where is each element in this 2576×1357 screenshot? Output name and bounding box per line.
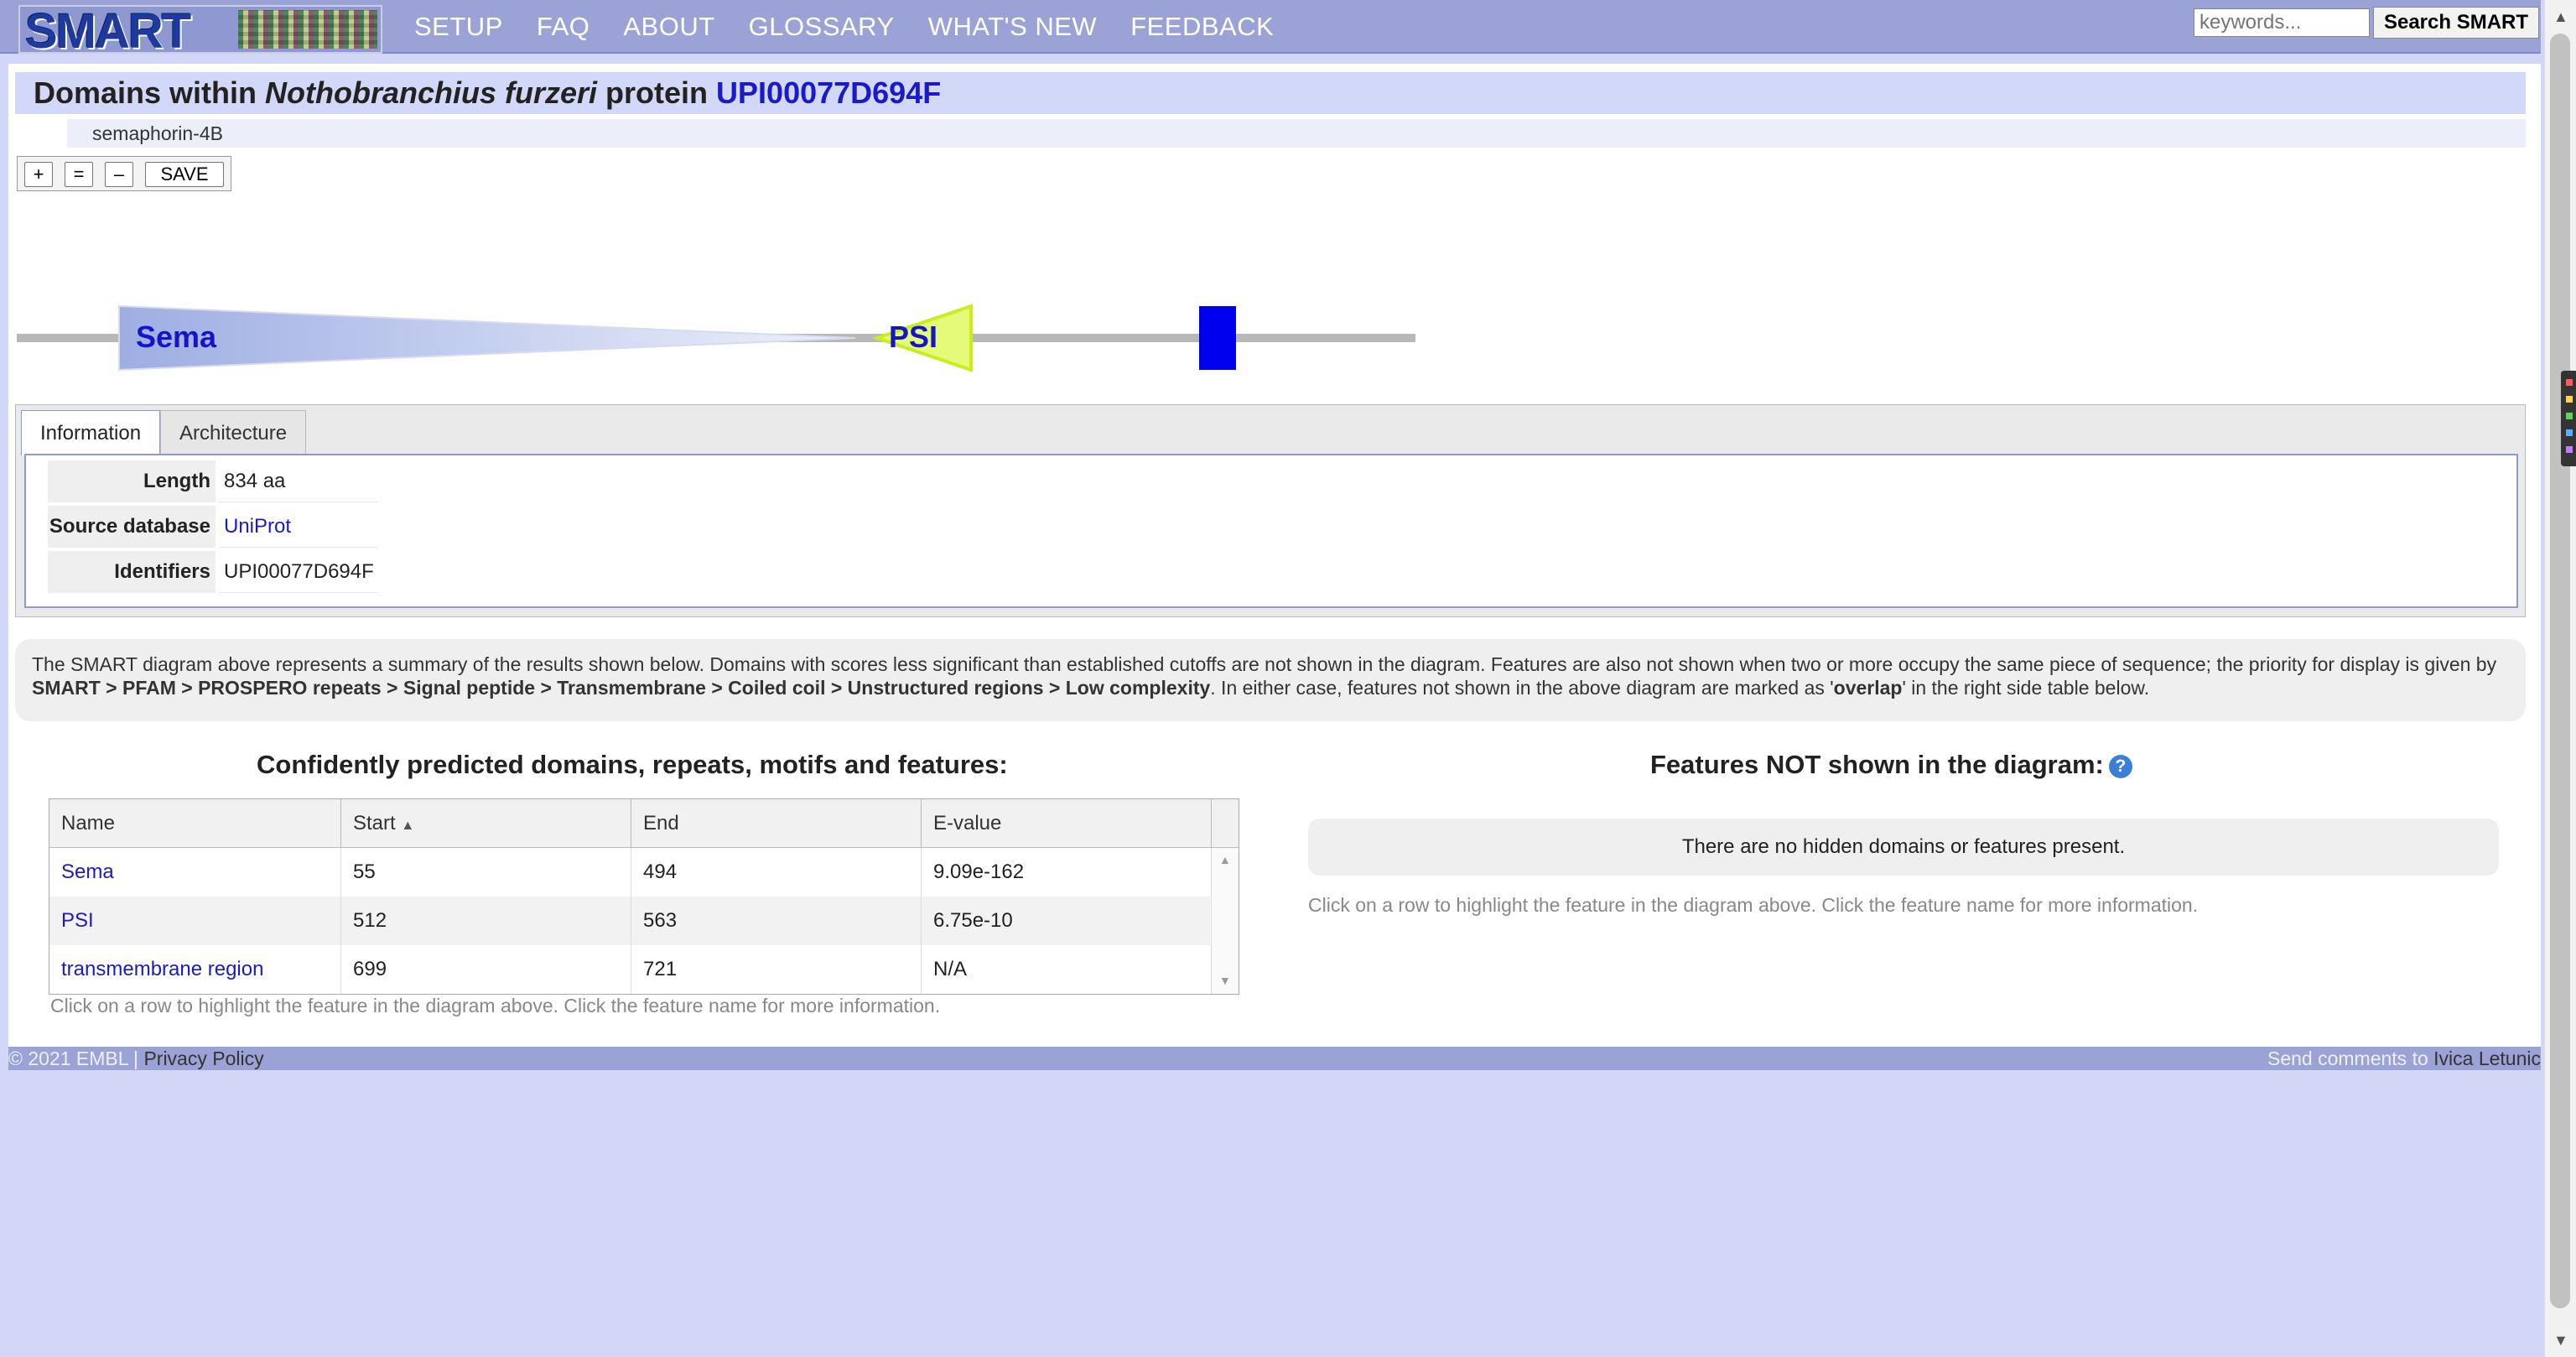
widget-dot xyxy=(2566,379,2573,386)
scroll-up-arrow-icon[interactable]: ▲ xyxy=(1219,853,1231,866)
nav-feedback[interactable]: FEEDBACK xyxy=(1130,12,1274,42)
scroll-down-arrow-icon[interactable]: ▼ xyxy=(1219,974,1231,987)
main-content: Domains within Nothobranchius furzeri pr… xyxy=(8,64,2541,1047)
column-header-name[interactable]: Name xyxy=(49,799,341,848)
footer: © 2021 EMBL | Privacy Policy Send commen… xyxy=(8,1047,2541,1070)
nav-setup[interactable]: SETUP xyxy=(414,12,503,42)
nav-glossary[interactable]: GLOSSARY xyxy=(749,12,895,42)
feature-start: 512 xyxy=(341,897,631,945)
contact-link[interactable]: Ivica Letunic xyxy=(2433,1048,2541,1069)
privacy-policy-link[interactable]: Privacy Policy xyxy=(143,1048,263,1069)
no-hidden-message: There are no hidden domains or features … xyxy=(1308,819,2499,876)
info-label: Source database xyxy=(48,506,216,548)
explanation-text: . In either case, features not shown in … xyxy=(1210,677,1834,699)
copyright: © 2021 EMBL | xyxy=(8,1048,144,1069)
help-icon[interactable]: ? xyxy=(2108,754,2132,778)
feature-start: 55 xyxy=(341,848,631,897)
title-mid: protein xyxy=(597,75,717,110)
scroll-down-arrow-icon[interactable]: ▼ xyxy=(2553,1332,2568,1349)
feature-end: 563 xyxy=(631,897,922,945)
feature-evalue: N/A xyxy=(922,945,1212,994)
main-nav: SETUP FAQ ABOUT GLOSSARY WHAT'S NEW FEED… xyxy=(414,12,1307,42)
side-widget-handle[interactable] xyxy=(2561,371,2576,466)
tab-architecture[interactable]: Architecture xyxy=(160,410,307,455)
info-value: UPI00077D694F xyxy=(219,551,378,593)
overlap-term: overlap xyxy=(1833,677,1903,699)
predicted-hint: Click on a row to highlight the feature … xyxy=(50,995,941,1016)
explanation-text: The SMART diagram above represents a sum… xyxy=(32,653,2497,675)
page-title: Domains within Nothobranchius furzeri pr… xyxy=(15,72,2526,114)
comments-text: Send comments to xyxy=(2267,1048,2434,1069)
domain-label: Sema xyxy=(136,320,217,354)
nav-faq[interactable]: FAQ xyxy=(537,12,590,42)
logo-mosaic-image xyxy=(238,10,377,49)
widget-dot xyxy=(2566,446,2573,453)
sort-ascending-icon: ▲ xyxy=(401,819,415,833)
transmembrane-bar-shape[interactable] xyxy=(1199,306,1236,370)
protein-id: UPI00077D694F xyxy=(716,75,942,110)
feature-name-link[interactable]: PSI xyxy=(49,897,341,945)
feature-evalue: 9.09e-162 xyxy=(922,848,1212,897)
domain-label: PSI xyxy=(889,320,937,354)
domain-transmembrane[interactable] xyxy=(1199,306,1236,370)
domain-sema[interactable]: Sema xyxy=(118,304,856,372)
predicted-table: Name Start ▲ End E-value Sema 55 494 9.0… xyxy=(49,798,1239,995)
footer-left: © 2021 EMBL | Privacy Policy xyxy=(8,1047,264,1070)
feature-end: 494 xyxy=(631,848,922,897)
hidden-heading-text: Features NOT shown in the diagram: xyxy=(1650,750,2104,779)
uniprot-link[interactable]: UniProt xyxy=(219,506,378,548)
column-header-spacer xyxy=(1212,799,1239,848)
table-row[interactable]: transmembrane region 699 721 N/A xyxy=(49,945,1212,994)
sema-wedge-shape[interactable] xyxy=(118,304,856,372)
species-name: Nothobranchius furzeri xyxy=(265,75,598,110)
domain-psi[interactable]: PSI xyxy=(871,304,973,372)
zoom-in-button[interactable]: + xyxy=(24,162,53,187)
footer-right: Send comments to Ivica Letunic xyxy=(2267,1047,2541,1070)
predicted-heading: Confidently predicted domains, repeats, … xyxy=(257,750,1008,779)
top-navigation-bar: SMART SETUP FAQ ABOUT GLOSSARY WHAT'S NE… xyxy=(0,0,2541,54)
title-prefix: Domains within xyxy=(34,75,266,110)
logo-text: SMART xyxy=(25,5,191,54)
table-scrollbar[interactable]: ▲ ▼ xyxy=(1212,848,1239,994)
information-box: Length 834 aa Source database UniProt Id… xyxy=(24,454,2518,608)
smart-logo[interactable]: SMART xyxy=(18,5,382,54)
hidden-hint: Click on a row to highlight the feature … xyxy=(1308,894,2199,916)
priority-order: SMART > PFAM > PROSPERO repeats > Signal… xyxy=(32,677,1211,699)
info-label: Identifiers xyxy=(48,551,216,593)
zoom-out-button[interactable]: – xyxy=(105,162,133,187)
hidden-heading: Features NOT shown in the diagram:? xyxy=(1650,750,2132,780)
feature-start: 699 xyxy=(341,945,631,994)
column-header-end[interactable]: End xyxy=(631,799,922,848)
search-input[interactable] xyxy=(2194,8,2370,37)
column-header-label: Start xyxy=(353,812,396,834)
nav-whats-new[interactable]: WHAT'S NEW xyxy=(928,12,1098,42)
widget-dot xyxy=(2566,429,2573,436)
nav-about[interactable]: ABOUT xyxy=(623,12,714,42)
info-label: Length xyxy=(48,460,216,502)
feature-end: 721 xyxy=(631,945,922,994)
diagram-explanation: The SMART diagram above represents a sum… xyxy=(15,639,2526,721)
info-value: 834 aa xyxy=(219,460,378,502)
tab-information[interactable]: Information xyxy=(21,410,161,455)
zoom-reset-button[interactable]: = xyxy=(65,162,93,187)
feature-evalue: 6.75e-10 xyxy=(922,897,1212,945)
table-row[interactable]: Sema 55 494 9.09e-162 xyxy=(49,848,1212,897)
info-tabs-panel: Information Architecture Length 834 aa S… xyxy=(15,404,2526,617)
table-row[interactable]: PSI 512 563 6.75e-10 xyxy=(49,897,1212,945)
page-scrollbar[interactable]: ▲ ▼ xyxy=(2544,0,2576,1357)
save-button[interactable]: SAVE xyxy=(145,162,224,187)
column-header-evalue[interactable]: E-value xyxy=(922,799,1212,848)
column-header-start[interactable]: Start ▲ xyxy=(341,799,631,848)
scroll-up-arrow-icon[interactable]: ▲ xyxy=(2553,8,2568,26)
search-smart-button[interactable]: Search SMART xyxy=(2373,7,2539,39)
feature-name-link[interactable]: transmembrane region xyxy=(49,945,341,994)
scrollbar-thumb[interactable] xyxy=(2550,34,2570,1308)
feature-name-link[interactable]: Sema xyxy=(49,848,341,897)
explanation-text: ' in the right side table below. xyxy=(1902,677,2150,699)
widget-dot xyxy=(2566,413,2573,419)
zoom-controls: + = – SAVE xyxy=(17,156,231,191)
protein-description: semaphorin-4B xyxy=(67,119,2526,148)
widget-dot xyxy=(2566,396,2573,403)
